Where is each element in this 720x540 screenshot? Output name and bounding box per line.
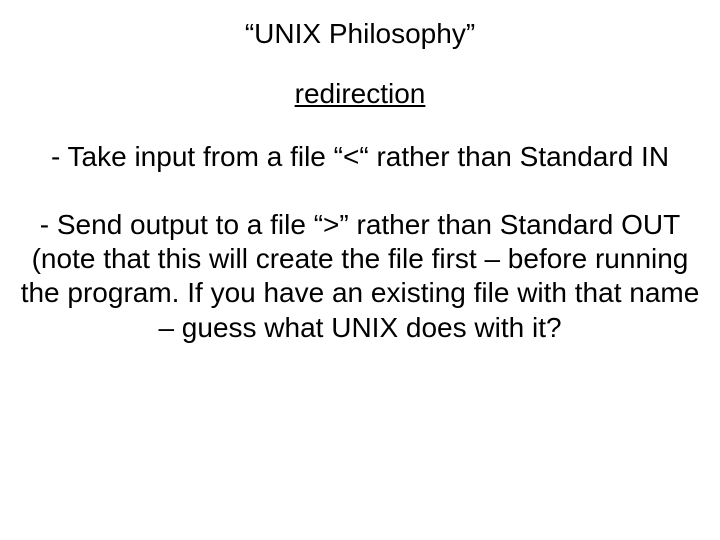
bullet-input-redirect: - Take input from a file “<“ rather than… (20, 140, 700, 174)
slide-title: “UNIX Philosophy” (20, 18, 700, 50)
slide: “UNIX Philosophy” redirection - Take inp… (0, 0, 720, 540)
slide-subtitle: redirection (20, 78, 700, 110)
bullet-output-redirect: - Send output to a file “>” rather than … (20, 208, 700, 345)
